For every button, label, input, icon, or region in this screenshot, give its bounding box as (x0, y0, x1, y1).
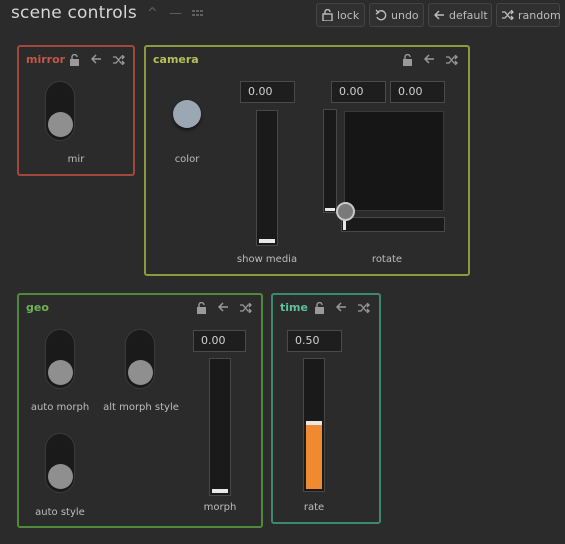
slider-thumb[interactable] (306, 421, 322, 425)
morph-slider[interactable] (209, 358, 231, 496)
toggle-knob (48, 112, 73, 137)
unlock-icon[interactable] (69, 54, 80, 66)
morph-value[interactable]: 0.00 (193, 330, 246, 352)
lock-button[interactable]: lock (316, 3, 365, 27)
collapse-icon[interactable]: ^ (147, 6, 158, 21)
default-label: default (449, 8, 488, 22)
slider-thumb[interactable] (212, 489, 228, 493)
undo-button[interactable]: undo (369, 3, 424, 27)
unlock-icon[interactable] (196, 302, 207, 314)
color-label: color (174, 154, 200, 165)
rate-slider[interactable] (303, 358, 325, 492)
unlock-icon[interactable] (314, 302, 325, 314)
rate-fill (306, 425, 322, 489)
shuffle-icon[interactable] (113, 55, 125, 65)
slider-thumb[interactable] (325, 208, 335, 211)
shuffle-icon (502, 10, 514, 20)
mir-label: mir (67, 154, 85, 165)
default-button[interactable]: default (428, 3, 492, 27)
show-media-value[interactable]: 0.00 (240, 81, 295, 103)
geo-title: geo (26, 301, 49, 314)
camera-panel: camera color 0.00 show media 0.00 0.00 r… (144, 45, 470, 276)
mir-toggle[interactable] (45, 81, 75, 141)
random-label: random (518, 8, 561, 22)
toggle-knob (48, 464, 73, 489)
rotate-x-slider[interactable] (341, 217, 445, 232)
undo-label: undo (391, 8, 419, 22)
time-title: time (280, 301, 308, 314)
page-title: scene controls (11, 3, 137, 23)
morph-label: morph (203, 502, 237, 513)
minimize-icon[interactable]: — (169, 6, 182, 21)
slider-thumb[interactable] (259, 239, 275, 243)
toggle-knob (48, 360, 73, 385)
geo-panel: geo auto morph alt morph style auto styl… (17, 293, 263, 528)
rate-label: rate (303, 502, 325, 513)
rotate-label: rotate (371, 254, 403, 265)
shuffle-icon[interactable] (358, 303, 370, 313)
arrow-left-icon[interactable] (336, 302, 347, 312)
color-knob[interactable] (173, 100, 201, 128)
auto-morph-toggle[interactable] (45, 329, 75, 389)
show-media-slider[interactable] (256, 110, 278, 246)
time-panel: time 0.50 rate (271, 293, 381, 524)
arrow-left-icon[interactable] (218, 302, 229, 312)
rotate-y-value[interactable]: 0.00 (390, 81, 445, 103)
rotate-xy-pad[interactable] (344, 111, 444, 211)
mirror-panel: mirror mir (17, 45, 135, 176)
random-button[interactable]: random (496, 3, 561, 27)
unlock-icon[interactable] (402, 54, 413, 66)
arrow-left-icon (434, 10, 445, 20)
camera-title: camera (153, 53, 199, 66)
alt-morph-style-label: alt morph style (103, 402, 179, 413)
toggle-knob (128, 360, 153, 385)
rate-value[interactable]: 0.50 (287, 330, 342, 352)
lock-label: lock (337, 8, 360, 22)
grid-icon[interactable] (192, 8, 203, 23)
rotate-pad-handle[interactable] (336, 202, 355, 221)
auto-style-toggle[interactable] (45, 433, 75, 493)
auto-morph-label: auto morph (30, 402, 90, 413)
rotate-y-slider[interactable] (323, 109, 337, 213)
rotate-x-value[interactable]: 0.00 (331, 81, 386, 103)
auto-style-label: auto style (35, 507, 85, 518)
shuffle-icon[interactable] (240, 303, 252, 313)
arrow-left-icon[interactable] (424, 54, 435, 64)
alt-morph-style-toggle[interactable] (125, 329, 155, 389)
arrow-left-icon[interactable] (91, 54, 102, 64)
undo-icon (375, 9, 387, 21)
mirror-title: mirror (26, 53, 66, 66)
show-media-label: show media (236, 254, 298, 265)
shuffle-icon[interactable] (446, 55, 458, 65)
lock-icon (322, 9, 333, 21)
